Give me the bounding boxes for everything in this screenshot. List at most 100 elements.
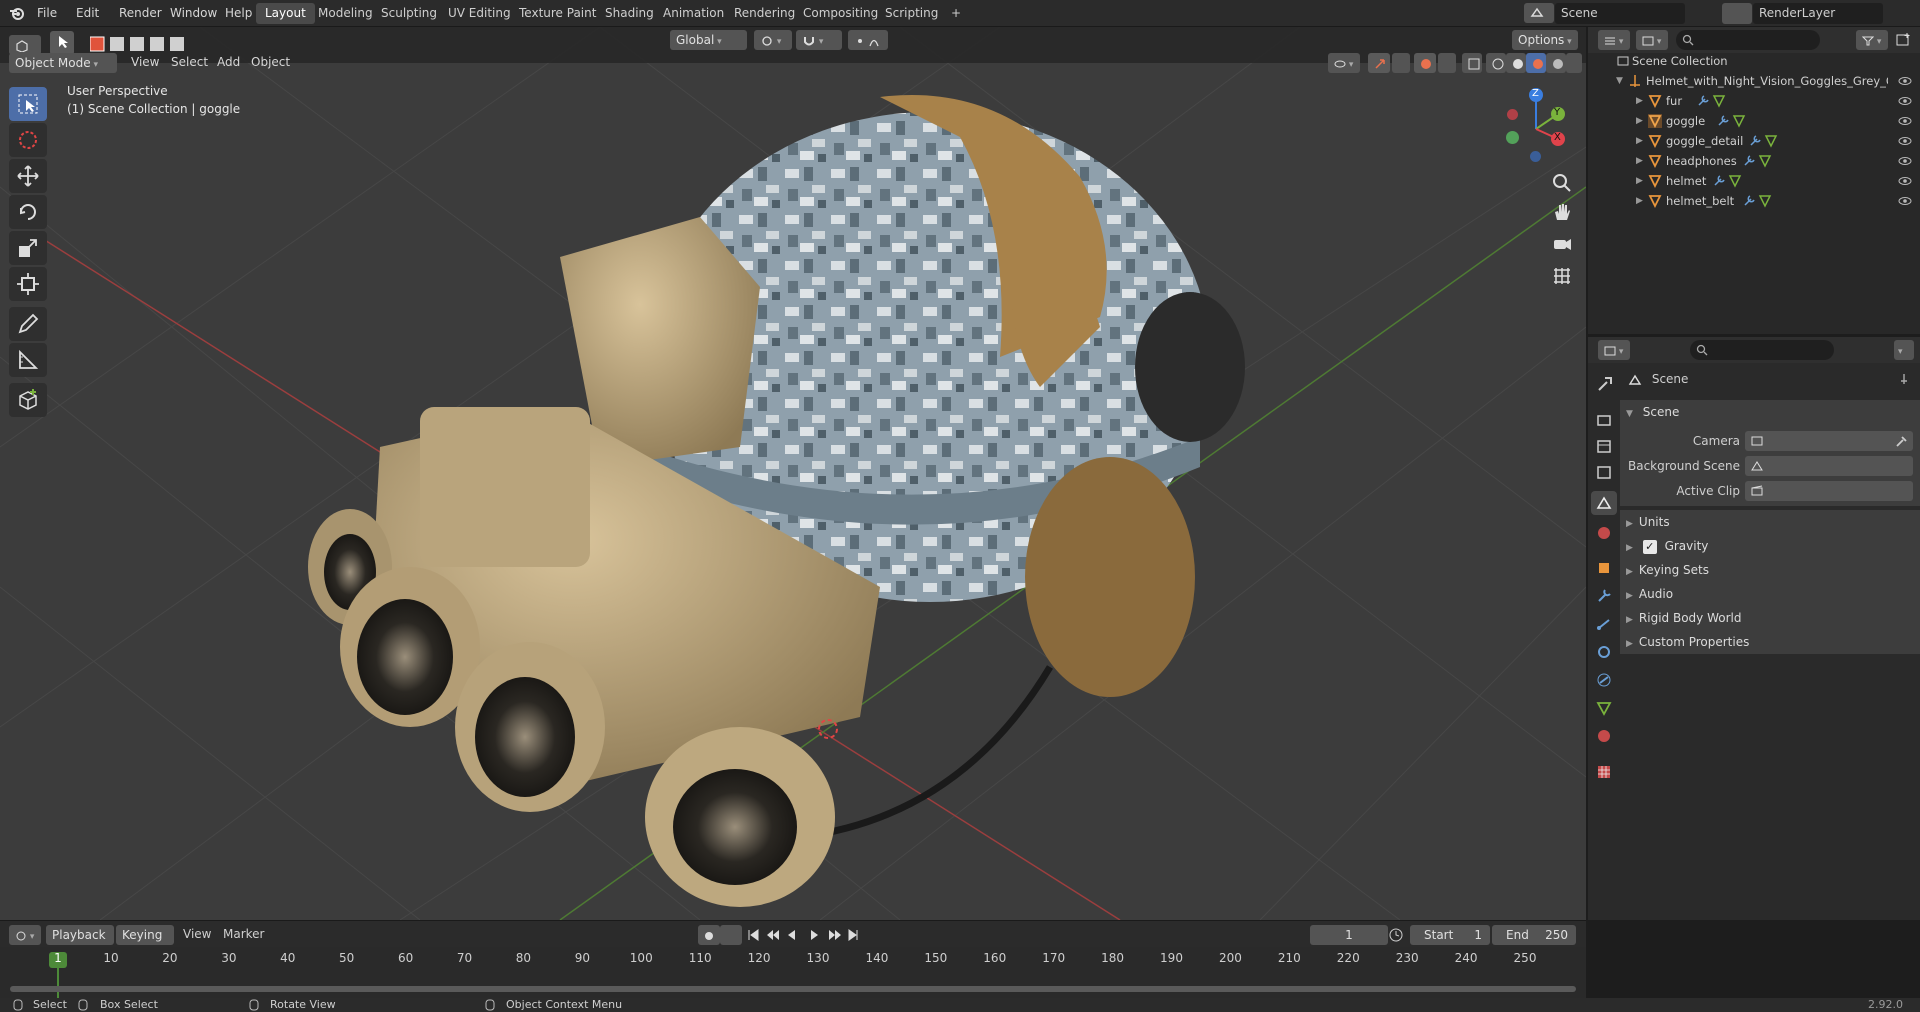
tab-constraints[interactable] [1591, 668, 1617, 692]
tab-output[interactable] [1591, 434, 1617, 458]
gizmo-neg-y[interactable] [1506, 131, 1519, 144]
expand-arrow-icon[interactable]: ▶ [1636, 171, 1643, 191]
ortho-grid-icon[interactable] [1550, 264, 1574, 288]
tab-object[interactable] [1591, 556, 1617, 580]
viewport-menu-select[interactable]: Select [171, 55, 208, 69]
options-dropdown[interactable]: Options [1512, 30, 1578, 50]
visibility-eye-icon[interactable] [1898, 74, 1912, 88]
units-panel-header[interactable]: ▶ Units [1620, 510, 1920, 534]
expand-arrow-icon[interactable]: ▶ [1636, 131, 1643, 151]
background-scene-field[interactable] [1745, 456, 1913, 476]
audio-panel-header[interactable]: ▶ Audio [1620, 582, 1920, 606]
tab-world[interactable] [1591, 521, 1617, 545]
pan-hand-icon[interactable] [1550, 200, 1574, 224]
outliner-row-helmet-belt[interactable]: ▶ helmet_belt [1588, 191, 1920, 211]
gizmo-neg-x[interactable] [1507, 109, 1518, 120]
tab-modeling[interactable]: Modeling [309, 3, 382, 24]
selection-mode-group[interactable] [89, 33, 190, 55]
tab-layout[interactable]: Layout [256, 3, 315, 24]
tool-transform[interactable] [9, 267, 47, 301]
shading-rendered-button[interactable] [1546, 53, 1566, 73]
keying-sets-panel-header[interactable]: ▶ Keying Sets [1620, 558, 1920, 582]
eyedropper-icon[interactable] [1895, 435, 1907, 447]
tab-material[interactable] [1591, 724, 1617, 748]
shading-material-button[interactable] [1526, 53, 1546, 73]
visibility-eye-icon[interactable] [1898, 154, 1912, 168]
scene-selector-button[interactable] [1524, 3, 1554, 23]
tab-scene[interactable] [1591, 491, 1617, 515]
tab-texture[interactable] [1591, 760, 1617, 784]
menu-window[interactable]: Window [164, 4, 223, 23]
outliner-editor-type-button[interactable] [1598, 30, 1630, 50]
tab-shading[interactable]: Shading [596, 3, 663, 24]
tool-add-cube[interactable] [9, 383, 47, 417]
tab-data[interactable] [1591, 696, 1617, 720]
tab-animation[interactable]: Animation [654, 3, 733, 24]
transform-orientation-dropdown[interactable]: Global [670, 30, 747, 50]
outliner-row-collection[interactable]: ▼ Helmet_with_Night_Vision_Goggles_Grey_… [1588, 71, 1920, 91]
tab-scripting[interactable]: Scripting [876, 3, 947, 24]
viewport-menu-object[interactable]: Object [251, 55, 290, 69]
tab-particles[interactable] [1591, 612, 1617, 636]
menu-help[interactable]: Help [219, 4, 258, 23]
visibility-eye-icon[interactable] [1898, 94, 1912, 108]
visibility-eye-icon[interactable] [1898, 134, 1912, 148]
viewport-menu-add[interactable]: Add [217, 55, 240, 69]
gizmo-y-axis[interactable]: Y [1551, 107, 1565, 121]
overlay-dropdown[interactable] [1438, 53, 1456, 73]
menu-render[interactable]: Render [113, 4, 168, 23]
tab-tool[interactable] [1591, 372, 1617, 396]
pivot-point-dropdown[interactable] [754, 30, 792, 50]
tool-select-box[interactable] [9, 87, 47, 121]
view-layer-selector-button[interactable] [1722, 3, 1752, 24]
collapse-arrow-icon[interactable]: ▼ [1616, 71, 1623, 91]
tab-compositing[interactable]: Compositing [794, 3, 887, 24]
rigid-body-world-panel-header[interactable]: ▶ Rigid Body World [1620, 606, 1920, 630]
pin-icon[interactable] [1898, 373, 1910, 385]
shading-solid-button[interactable] [1506, 53, 1526, 73]
expand-arrow-icon[interactable]: ▶ [1636, 91, 1643, 111]
viewport-menu-view[interactable]: View [131, 55, 159, 69]
tool-rotate[interactable] [9, 195, 47, 229]
tab-physics[interactable] [1591, 640, 1617, 664]
visibility-dropdown[interactable] [1328, 53, 1360, 73]
gizmo-toggle-button[interactable] [1368, 53, 1390, 73]
properties-editor-type-button[interactable] [1598, 340, 1630, 360]
outliner-row-goggle-detail[interactable]: ▶ goggle_detail [1588, 131, 1920, 151]
scene-name-field[interactable]: Scene [1555, 3, 1685, 24]
outliner-row-headphones[interactable]: ▶ headphones [1588, 151, 1920, 171]
gizmo-x-axis[interactable]: X [1551, 132, 1565, 146]
overlay-toggle-button[interactable] [1414, 53, 1436, 73]
gizmo-neg-z[interactable] [1530, 151, 1541, 162]
shading-dropdown[interactable] [1566, 53, 1582, 73]
menu-file[interactable]: File [31, 4, 63, 23]
tool-annotate[interactable] [9, 307, 47, 341]
timeline-scrollbar[interactable] [10, 986, 1576, 992]
outliner-row-scene-collection[interactable]: Scene Collection [1588, 51, 1920, 71]
active-clip-field[interactable] [1745, 481, 1913, 501]
tab-sculpting[interactable]: Sculpting [372, 3, 446, 24]
blender-logo-icon[interactable] [9, 5, 25, 21]
tool-cursor[interactable] [9, 123, 47, 157]
tab-view-layer[interactable] [1591, 460, 1617, 484]
expand-arrow-icon[interactable]: ▶ [1636, 191, 1643, 211]
scene-panel-header[interactable]: ▼ Scene [1620, 400, 1920, 424]
tab-modifiers[interactable] [1591, 584, 1617, 608]
tab-texture-paint[interactable]: Texture Paint [510, 3, 605, 24]
visibility-eye-icon[interactable] [1898, 174, 1912, 188]
outliner-row-helmet[interactable]: ▶ helmet [1588, 171, 1920, 191]
add-workspace-button[interactable]: + [942, 3, 970, 24]
3d-viewport[interactable]: User Perspective (1) Scene Collection | … [0, 27, 1586, 920]
visibility-eye-icon[interactable] [1898, 114, 1912, 128]
mode-dropdown[interactable]: Object Mode [9, 53, 117, 73]
display-mode-button[interactable] [1636, 30, 1668, 50]
properties-options-dropdown[interactable] [1894, 340, 1914, 360]
select-tool-icon[interactable] [50, 31, 74, 55]
zoom-icon[interactable] [1550, 171, 1574, 195]
camera-view-icon[interactable] [1550, 232, 1574, 256]
shading-wireframe-button[interactable] [1486, 53, 1506, 73]
view-layer-field[interactable]: RenderLayer [1753, 3, 1883, 24]
proportional-edit-button[interactable] [848, 30, 888, 50]
custom-properties-panel-header[interactable]: ▶ Custom Properties [1620, 630, 1920, 654]
gizmo-dropdown[interactable] [1392, 53, 1410, 73]
